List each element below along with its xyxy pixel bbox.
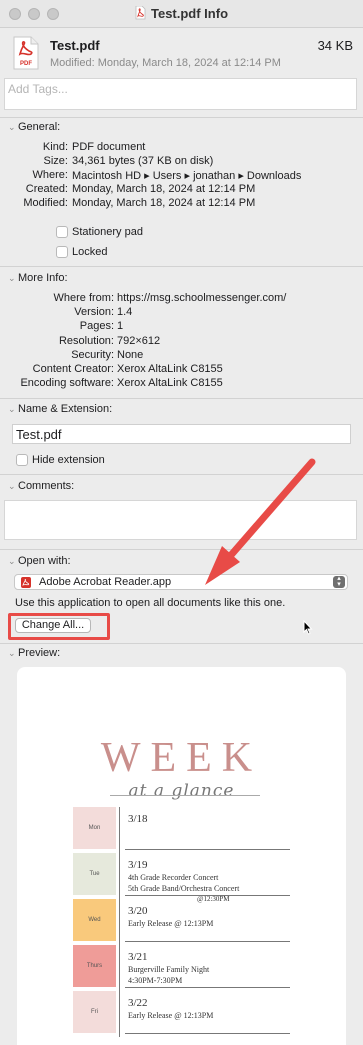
stationery-pad-label: Stationery pad [72,226,143,238]
detail-value: 1 [117,320,124,333]
day-rule [125,849,290,850]
section-more-info-toggle[interactable]: ⌄ More Info: [8,272,68,284]
chevron-down-icon: ⌄ [8,404,16,414]
file-name-input[interactable]: Test.pdf [12,424,351,444]
pdf-document-icon: PDF [13,36,39,70]
title-bar: Test.pdf Info [0,0,363,28]
detail-value: Xerox AltaLink C8155 [117,363,223,375]
schedule-divider [119,807,120,1037]
day-rule [125,1033,290,1034]
detail-value: PDF document [72,141,146,153]
day-event: 5th Grade Band/Orchestra Concert [128,884,240,893]
chevron-down-icon: ⌄ [8,648,16,658]
divider [0,398,363,399]
tags-field[interactable]: Add Tags... [4,78,357,110]
chevron-down-icon: ⌄ [8,556,16,566]
section-preview-toggle[interactable]: ⌄ Preview: [8,647,60,659]
divider [0,643,363,644]
detail-value: Monday, March 18, 2024 at 12:14 PM [72,197,256,209]
divider [0,266,363,267]
chevron-down-icon: ⌄ [8,481,16,491]
detail-value: 792×612 [117,334,161,347]
day-label: Mon [73,807,116,849]
detail-value: 34,361 bytes (37 KB on disk) [72,155,214,167]
detail-value: Macintosh HD ▸ Users ▸ jonathan ▸ Downlo… [72,170,302,182]
chevron-down-icon: ⌄ [8,122,16,132]
svg-text:PDF: PDF [20,61,32,67]
hide-extension-checkbox[interactable] [16,454,28,466]
divider [0,117,363,118]
chevron-down-icon: ⌄ [8,273,16,283]
file-name: Test.pdf [50,38,100,53]
day-label: Tue [73,853,116,895]
section-open-with-toggle[interactable]: ⌄ Open with: [8,555,71,567]
detail-label: Where: [32,169,68,181]
mouse-pointer-icon [303,620,313,635]
day-event: 4th Grade Recorder Concert [128,873,219,882]
file-size: 34 KB [317,38,353,53]
detail-label: Version: [74,306,114,319]
divider [0,549,363,550]
divider [0,474,363,475]
day-event: Burgerville Family Night [128,965,210,974]
day-date: 3/19 [128,859,148,871]
section-general-toggle[interactable]: ⌄ General: [8,121,60,133]
file-header: PDF Test.pdf 34 KB Modified: Monday, Mar… [0,28,363,76]
day-event: 4:30PM-7:30PM [128,976,183,985]
select-stepper-icon: ▴ ▾ [333,575,345,588]
open-with-note: Use this application to open all documen… [15,597,286,609]
day-rule [125,895,290,896]
detail-label: Encoding software: [20,377,114,390]
modified-summary: Modified: Monday, March 18, 2024 at 12:1… [50,57,281,69]
day-rule [125,941,290,942]
detail-label: Modified: [23,197,68,209]
window-title: Test.pdf Info [0,6,363,21]
detail-value: https://msg.schoolmessenger.com/ [117,292,287,304]
day-event: Early Release @ 12:13PM [128,919,214,928]
day-event: Early Release @ 12:13PM [128,1011,214,1020]
section-name-extension-toggle[interactable]: ⌄ Name & Extension: [8,403,112,415]
preview-subtitle: at a glance [128,781,235,801]
locked-label: Locked [72,246,108,258]
open-with-app-select[interactable]: Adobe Acrobat Reader.app ▴ ▾ [14,574,348,590]
detail-label: Pages: [79,320,114,333]
day-label: Thurs [73,945,116,987]
detail-value: 1.4 [117,306,133,319]
detail-label: Kind: [42,141,68,153]
annotation-highlight-box [8,613,110,640]
detail-value: Monday, March 18, 2024 at 12:14 PM [72,183,256,195]
day-date: 3/21 [128,951,148,963]
comments-textarea[interactable] [4,500,357,540]
preview-title: WEEK [100,735,263,781]
detail-value: Xerox AltaLink C8155 [117,377,223,390]
detail-value: None [117,348,144,361]
acrobat-icon [21,577,31,588]
day-event: @12:30PM [197,895,230,903]
detail-label: Where from: [53,292,114,304]
day-label: Wed [73,899,116,941]
day-date: 3/20 [128,905,148,917]
section-comments-toggle[interactable]: ⌄ Comments: [8,480,74,492]
pdf-file-icon [135,6,146,20]
subtitle-rule [110,795,260,796]
day-date: 3/22 [128,997,148,1009]
detail-label: Created: [25,183,68,195]
day-rule [125,987,290,988]
day-label: Fri [73,991,116,1033]
selected-app-label: Adobe Acrobat Reader.app [39,576,172,588]
hide-extension-label: Hide extension [32,454,105,466]
detail-label: Security: [71,348,114,361]
detail-label: Size: [43,155,68,167]
preview-pane: WEEK at a glance Mon 3/18 Tue 3/19 4th Grade… [17,667,346,1045]
tags-placeholder: Add Tags... [8,82,68,96]
detail-label: Resolution: [58,334,114,347]
stationery-pad-checkbox[interactable] [56,226,68,238]
detail-label: Content Creator: [32,363,114,375]
day-date: 3/18 [128,813,148,825]
locked-checkbox[interactable] [56,246,68,258]
